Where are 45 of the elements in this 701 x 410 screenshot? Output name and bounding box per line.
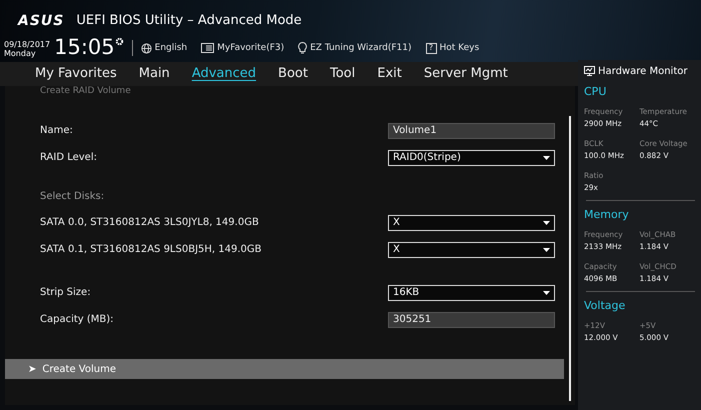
toolbar-button[interactable]: English (140, 42, 188, 55)
clock-text: 15:05 (54, 36, 115, 58)
menu-tab[interactable]: Server Mgmt (424, 64, 508, 84)
help-icon: ? (426, 42, 437, 54)
field-label: SATA 0.0, ST3160812AS 3LS0JYL8, 149.0GB (40, 216, 259, 230)
caret-icon (543, 248, 550, 252)
panel-title: Hardware Monitor (598, 64, 688, 78)
list-icon (201, 43, 214, 54)
field-label: RAID Level: (40, 151, 97, 165)
globe-icon (140, 42, 152, 54)
toolbar-button[interactable]: MyFavorite(F3) (201, 42, 284, 55)
menu-tab[interactable]: Boot (278, 64, 308, 84)
section-heading: CPU (584, 84, 608, 100)
dropdown-field[interactable]: X (388, 214, 555, 230)
date-text: 09/18/2017 (4, 40, 50, 49)
create-volume-item[interactable]: ➤ Create Volume (5, 359, 564, 379)
toolbar-button[interactable]: EZ Tuning Wizard(F11) (298, 42, 412, 55)
gear-icon[interactable] (114, 37, 124, 46)
field-label: Name: (40, 124, 73, 138)
dropdown-field[interactable]: X (388, 242, 555, 258)
text-field[interactable]: Volume1 (388, 122, 555, 138)
section-heading: Memory (584, 207, 630, 223)
text-field[interactable]: 305251 (388, 312, 555, 328)
menu-tab[interactable]: Advanced (192, 64, 256, 84)
monitor-icon (584, 66, 595, 76)
toolbar-button[interactable]: ? Hot Keys (426, 42, 480, 55)
menu-tab[interactable]: Tool (330, 64, 356, 84)
lightbulb-icon (298, 42, 308, 54)
field-label: Strip Size: (40, 286, 91, 300)
dropdown-field[interactable]: RAID0(Stripe) (388, 150, 555, 166)
section-title: Create RAID Volume (40, 86, 132, 96)
caret-icon (543, 290, 550, 294)
group-heading: Select Disks: (40, 190, 106, 204)
field-label: Capacity (MB): (40, 313, 114, 327)
field-label: SATA 0.1, ST3160812AS 9LS0BJ5H, 149.0GB (40, 243, 262, 257)
menu-tab[interactable]: My Favorites (35, 64, 117, 84)
day-text: Monday (4, 49, 37, 58)
caret-icon (543, 156, 550, 160)
dropdown-field[interactable]: 16KB (388, 284, 555, 300)
window-title: UEFI BIOS Utility – Advanced Mode (76, 12, 302, 30)
menu-tab[interactable]: Exit (377, 64, 402, 84)
menu-tab[interactable]: Main (138, 64, 170, 84)
caret-icon (543, 220, 550, 224)
section-heading: Voltage (584, 298, 626, 314)
brand-logo: ASUS (18, 14, 64, 28)
